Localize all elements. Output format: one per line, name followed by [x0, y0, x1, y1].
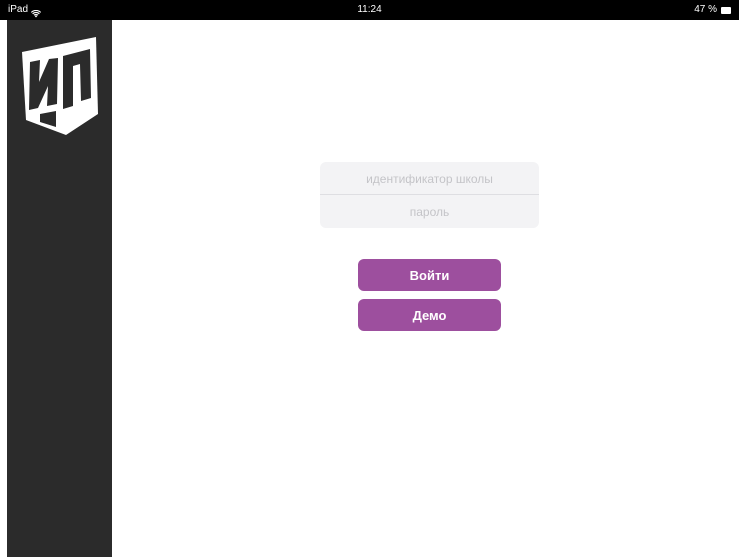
login-button[interactable]: Войти [358, 259, 501, 291]
status-right: 47 % [694, 0, 731, 20]
battery-icon [721, 6, 731, 14]
ip-logo-icon [18, 34, 101, 138]
status-bar: iPad 11:24 47 % [0, 0, 739, 20]
school-id-field[interactable] [320, 162, 539, 195]
status-time: 11:24 [357, 4, 382, 15]
battery-percent: 47 % [694, 4, 717, 15]
demo-button[interactable]: Демо [358, 299, 501, 331]
password-field[interactable] [320, 195, 539, 228]
ipad-screen: iPad 11:24 47 % идентификатор школы Войт… [0, 0, 739, 557]
login-fields-group [320, 162, 539, 228]
sidebar [7, 20, 112, 557]
